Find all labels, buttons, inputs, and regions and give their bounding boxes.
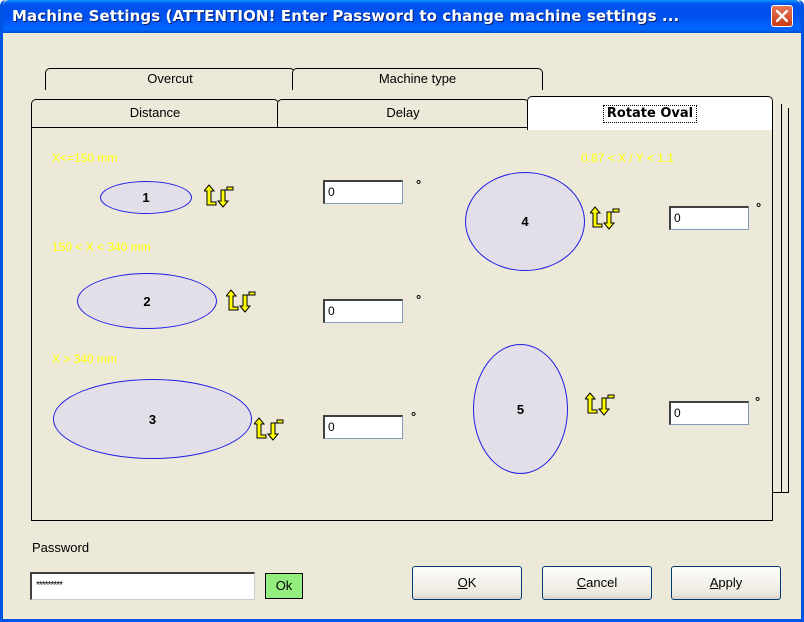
tab-stack-edge (788, 108, 789, 493)
degree-symbol: ° (416, 177, 422, 192)
oval-5-angle-input[interactable]: 0 (669, 401, 749, 425)
tab-delay[interactable]: Delay (277, 99, 529, 129)
ok-button[interactable]: OK (412, 566, 522, 600)
close-button[interactable] (771, 5, 793, 27)
oval-2-angle-input[interactable]: 0 (323, 299, 403, 323)
oval-4: 4 (465, 172, 585, 271)
degree-symbol: ° (755, 394, 761, 409)
cancel-button[interactable]: Cancel (542, 566, 652, 600)
password-label: Password (32, 540, 90, 555)
oval-4-angle-input[interactable]: 0 (669, 206, 749, 230)
oval-5: 5 (473, 344, 568, 474)
rotate-arrows-icon[interactable] (585, 392, 615, 416)
close-icon (776, 10, 788, 22)
tab-machine-type[interactable]: Machine type (292, 68, 543, 90)
range-label-medium: 150 < X < 340 mm (52, 240, 151, 254)
password-ok-button[interactable]: Ok (265, 573, 303, 599)
tab-distance[interactable]: Distance (31, 99, 279, 129)
oval-3: 3 (53, 379, 252, 459)
degree-symbol: ° (416, 292, 422, 307)
rotate-arrows-icon[interactable] (204, 184, 234, 208)
machine-settings-window: Machine Settings (ATTENTION! Enter Passw… (0, 0, 804, 622)
degree-symbol: ° (411, 409, 417, 424)
apply-button[interactable]: Apply (671, 566, 781, 600)
tab-overcut[interactable]: Overcut (45, 68, 295, 90)
range-label-ratio: 0.87 < X / Y < 1.1 (581, 151, 674, 165)
rotate-arrows-icon[interactable] (254, 417, 284, 441)
rotate-oval-panel: X<=150 mm 150 < X < 340 mm X > 340 mm 0.… (31, 127, 773, 521)
oval-3-angle-input[interactable]: 0 (323, 415, 403, 439)
tab-stack-edge (772, 492, 789, 493)
oval-1-angle-input[interactable]: 0 (323, 180, 403, 204)
window-title: Machine Settings (ATTENTION! Enter Passw… (12, 7, 680, 25)
password-input[interactable]: ********* (30, 572, 255, 600)
oval-1: 1 (100, 181, 192, 214)
degree-symbol: ° (756, 200, 762, 215)
tab-rotate-oval[interactable]: Rotate Oval (527, 96, 773, 130)
rotate-arrows-icon[interactable] (226, 289, 256, 313)
range-label-large: X > 340 mm (52, 352, 118, 366)
oval-2: 2 (77, 273, 217, 329)
rotate-arrows-icon[interactable] (590, 206, 620, 230)
title-bar[interactable]: Machine Settings (ATTENTION! Enter Passw… (3, 0, 801, 33)
range-label-small: X<=150 mm (52, 151, 118, 165)
tab-stack-edge (781, 104, 782, 493)
